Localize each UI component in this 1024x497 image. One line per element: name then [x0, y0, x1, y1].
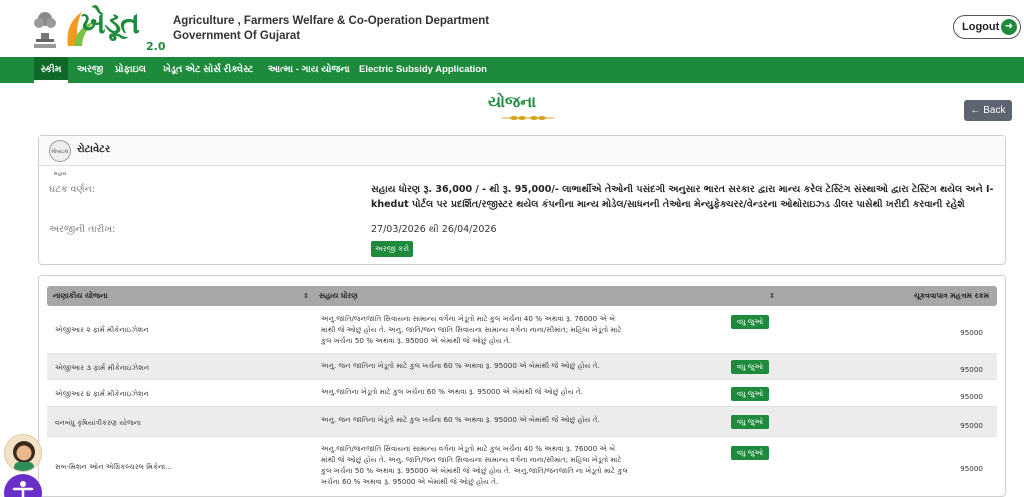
nav-item-profile[interactable]: પ્રોફાઇલ	[115, 57, 146, 83]
table-header: નાણાકીય યોજના ⇕ સહાય ધોરણ ⇕ ચૂકવવાપાત્ર …	[47, 286, 997, 306]
row-assistance-norm: અનુ. જન જાતિના ખેડૂતો માટે કુલ ખર્ચના 60…	[321, 414, 600, 425]
nav-item-electric-subsidy[interactable]: Electric Subsidy Application	[359, 57, 487, 83]
nav-item-farmer-source-request[interactable]: ખેડૂત એટ સોર્સ રીક્વેસ્ટ	[163, 57, 253, 83]
department-name: Agriculture , Farmers Welfare & Co-Opera…	[173, 14, 489, 44]
view-more-button[interactable]: વધુ જુઓ	[731, 387, 769, 401]
view-more-button[interactable]: વધુ જુઓ	[731, 446, 769, 460]
row-scheme-name: એજીઆર ૨ ફાર્મ મીકેનાઇઝેશન	[55, 325, 149, 334]
norm-line: માંથી જે ઓછું હોય તે. અનુ. જાતિ/જન જાતિ …	[321, 325, 622, 334]
norm-line: અનુ.જાતિ/જનજાતિ સિવાયના સામાન્ય વર્ગના ખ…	[321, 314, 616, 323]
row-assistance-norm: અનુ. જન જાતિના ખેડૂતો માટે કુલ ખર્ચના 60…	[321, 360, 600, 371]
scheme-badge-icon: મોબાઇલ સહાય	[49, 140, 71, 177]
scheme-card-header: મોબાઇલ સહાય રોટાવેટર	[39, 136, 1005, 177]
norm-line: અનુ. જન જાતિના ખેડૂતો માટે કુલ ખર્ચના 60…	[321, 361, 600, 370]
row-max-amount: 95000	[960, 365, 983, 374]
sort-icon: ⇕	[303, 292, 309, 300]
norm-line: અનુ. જન જાતિના ખેડૂતો માટે કુલ ખર્ચના 60…	[321, 415, 600, 424]
table-row: વનબંધુ કૃષિયાંત્રીકરણ યોજના અનુ. જન જાતિ…	[47, 407, 997, 437]
row-max-amount: 95000	[960, 421, 983, 430]
wheat-divider-icon	[502, 116, 554, 120]
logout-button[interactable]: Logout ➜	[953, 15, 1021, 39]
row-assistance-norm: અનુ.જાતિ/જનજાતિ સિવાયના સામાન્ય વર્ગના ખ…	[321, 313, 622, 346]
nav-item-scheme[interactable]: સ્કીમ	[34, 57, 68, 83]
apply-button[interactable]: અરજી કરો	[371, 241, 413, 257]
logo-version: 2.0	[146, 40, 166, 53]
component-description-label: ઘટક વર્ણન:	[49, 184, 95, 195]
view-more-button[interactable]: વધુ જુઓ	[731, 315, 769, 329]
row-scheme-name: સબ-મિશન ઓન એગ્રિકલ્ચરલ મિકેના...	[55, 462, 173, 471]
table-row: એજીઆર ૩ ફાર્મ મીકેનાઇઝેશન અનુ. જન જાતિના…	[47, 354, 997, 380]
logout-label: Logout	[962, 21, 1000, 33]
row-assistance-norm: અનુ.જાતિ/જનજાતિ સિવાયના સામાન્ય વર્ગના ખ…	[321, 443, 628, 487]
row-scheme-name: એજીઆર ૩ ફાર્મ મીકેનાઇઝેશન	[55, 363, 150, 372]
norm-line: અનુ.જાતિ/જનજાતિ સિવાયના સામાન્ય વર્ગના ખ…	[321, 444, 616, 453]
state-emblem-icon	[34, 12, 56, 48]
department-line-1: Agriculture , Farmers Welfare & Co-Opera…	[173, 15, 490, 27]
header-financial-scheme-label: નાણાકીય યોજના	[53, 291, 108, 300]
logout-arrow-icon: ➜	[1001, 19, 1017, 35]
scheme-card: મોબાઇલ સહાય રોટાવેટર ઘટક વર્ણન: સહાય ધોર…	[38, 135, 1006, 265]
logo-text: ખેડૂત	[81, 6, 140, 41]
accessibility-button[interactable]	[4, 474, 42, 497]
assistant-avatar-button[interactable]	[4, 434, 42, 472]
header-max-amount-label: ચૂકવવાપાત્ર મહત્તમ રકમ	[913, 291, 989, 300]
scheme-table: નાણાકીય યોજના ⇕ સહાય ધોરણ ⇕ ચૂકવવાપાત્ર …	[38, 275, 1006, 497]
application-dates: 27/03/2026 થી 26/04/2026	[371, 224, 497, 235]
norm-line: કુલ ખર્ચના 50 % અથવા રૂ. 95000 એ બેમાંથી…	[321, 336, 512, 345]
site-header: ખેડૂત 2.0 Agriculture , Farmers Welfare …	[0, 0, 1024, 57]
view-more-button[interactable]: વધુ જુઓ	[731, 360, 769, 374]
row-max-amount: 95000	[960, 392, 983, 401]
scheme-name: રોટાવેટર	[77, 144, 111, 155]
table-row: સબ-મિશન ઓન એગ્રિકલ્ચરલ મિકેના... અનુ.જાત…	[47, 437, 997, 493]
norm-line: ખર્ચના 60 % અથવા રૂ. 95000 એ બેમાંથી જે …	[321, 477, 499, 486]
header-assistance-norm[interactable]: સહાય ધોરણ ⇕	[319, 286, 779, 306]
component-description: સહાય ધોરણ રૂ. 36,000 / - થી રૂ. 95,000/-…	[371, 184, 994, 210]
row-scheme-name: વનબંધુ કૃષિયાંત્રીકરણ યોજના	[55, 418, 141, 427]
row-scheme-name: એજીઆર ૪ ફાર્મ મીકેનાઇઝેશન	[55, 389, 149, 398]
back-button[interactable]: ← Back	[964, 100, 1012, 121]
row-max-amount: 95000	[960, 328, 983, 337]
application-date-label: અરજીની તારીખ:	[49, 224, 116, 235]
header-max-amount[interactable]: ચૂકવવાપાત્ર મહત્તમ રકમ	[785, 286, 993, 306]
assistant-avatar-icon	[13, 441, 35, 471]
row-max-amount: 95000	[960, 464, 983, 473]
header-assistance-norm-label: સહાય ધોરણ	[319, 291, 358, 300]
page-title: યોજના	[487, 92, 537, 111]
table-row: એજીઆર ૪ ફાર્મ મીકેનાઇઝેશન અનુ.જાતિના ખેડ…	[47, 380, 997, 407]
row-assistance-norm: અનુ.જાતિના ખેડૂતો માટે કુલ ખર્ચના 60 % અ…	[321, 386, 583, 397]
table-row: એજીઆર ૨ ફાર્મ મીકેનાઇઝેશન અનુ.જાતિ/જનજાત…	[47, 308, 997, 354]
accessibility-icon	[12, 481, 34, 497]
norm-line: માંથી જે ઓછું હોય તે. અનુ. જાતિ/જન જાતિ …	[321, 455, 622, 464]
main-nav: સ્કીમ અરજી પ્રોફાઇલ ખેડૂત એટ સોર્સ રીક્વ…	[0, 57, 1024, 83]
nav-item-application[interactable]: અરજી	[77, 57, 103, 83]
department-line-2: Government Of Gujarat	[173, 30, 301, 42]
norm-line: કુલ ખર્ચના 50 % અથવા રૂ. 95000 એ બેમાંથી…	[321, 466, 628, 475]
header-financial-scheme[interactable]: નાણાકીય યોજના ⇕	[53, 286, 313, 306]
sort-icon: ⇕	[769, 292, 775, 300]
view-more-button[interactable]: વધુ જુઓ	[731, 415, 769, 429]
norm-line: અનુ.જાતિના ખેડૂતો માટે કુલ ખર્ચના 60 % અ…	[321, 387, 583, 396]
nav-item-atma-cow-scheme[interactable]: આત્મા - ગાય યોજના	[268, 57, 350, 83]
